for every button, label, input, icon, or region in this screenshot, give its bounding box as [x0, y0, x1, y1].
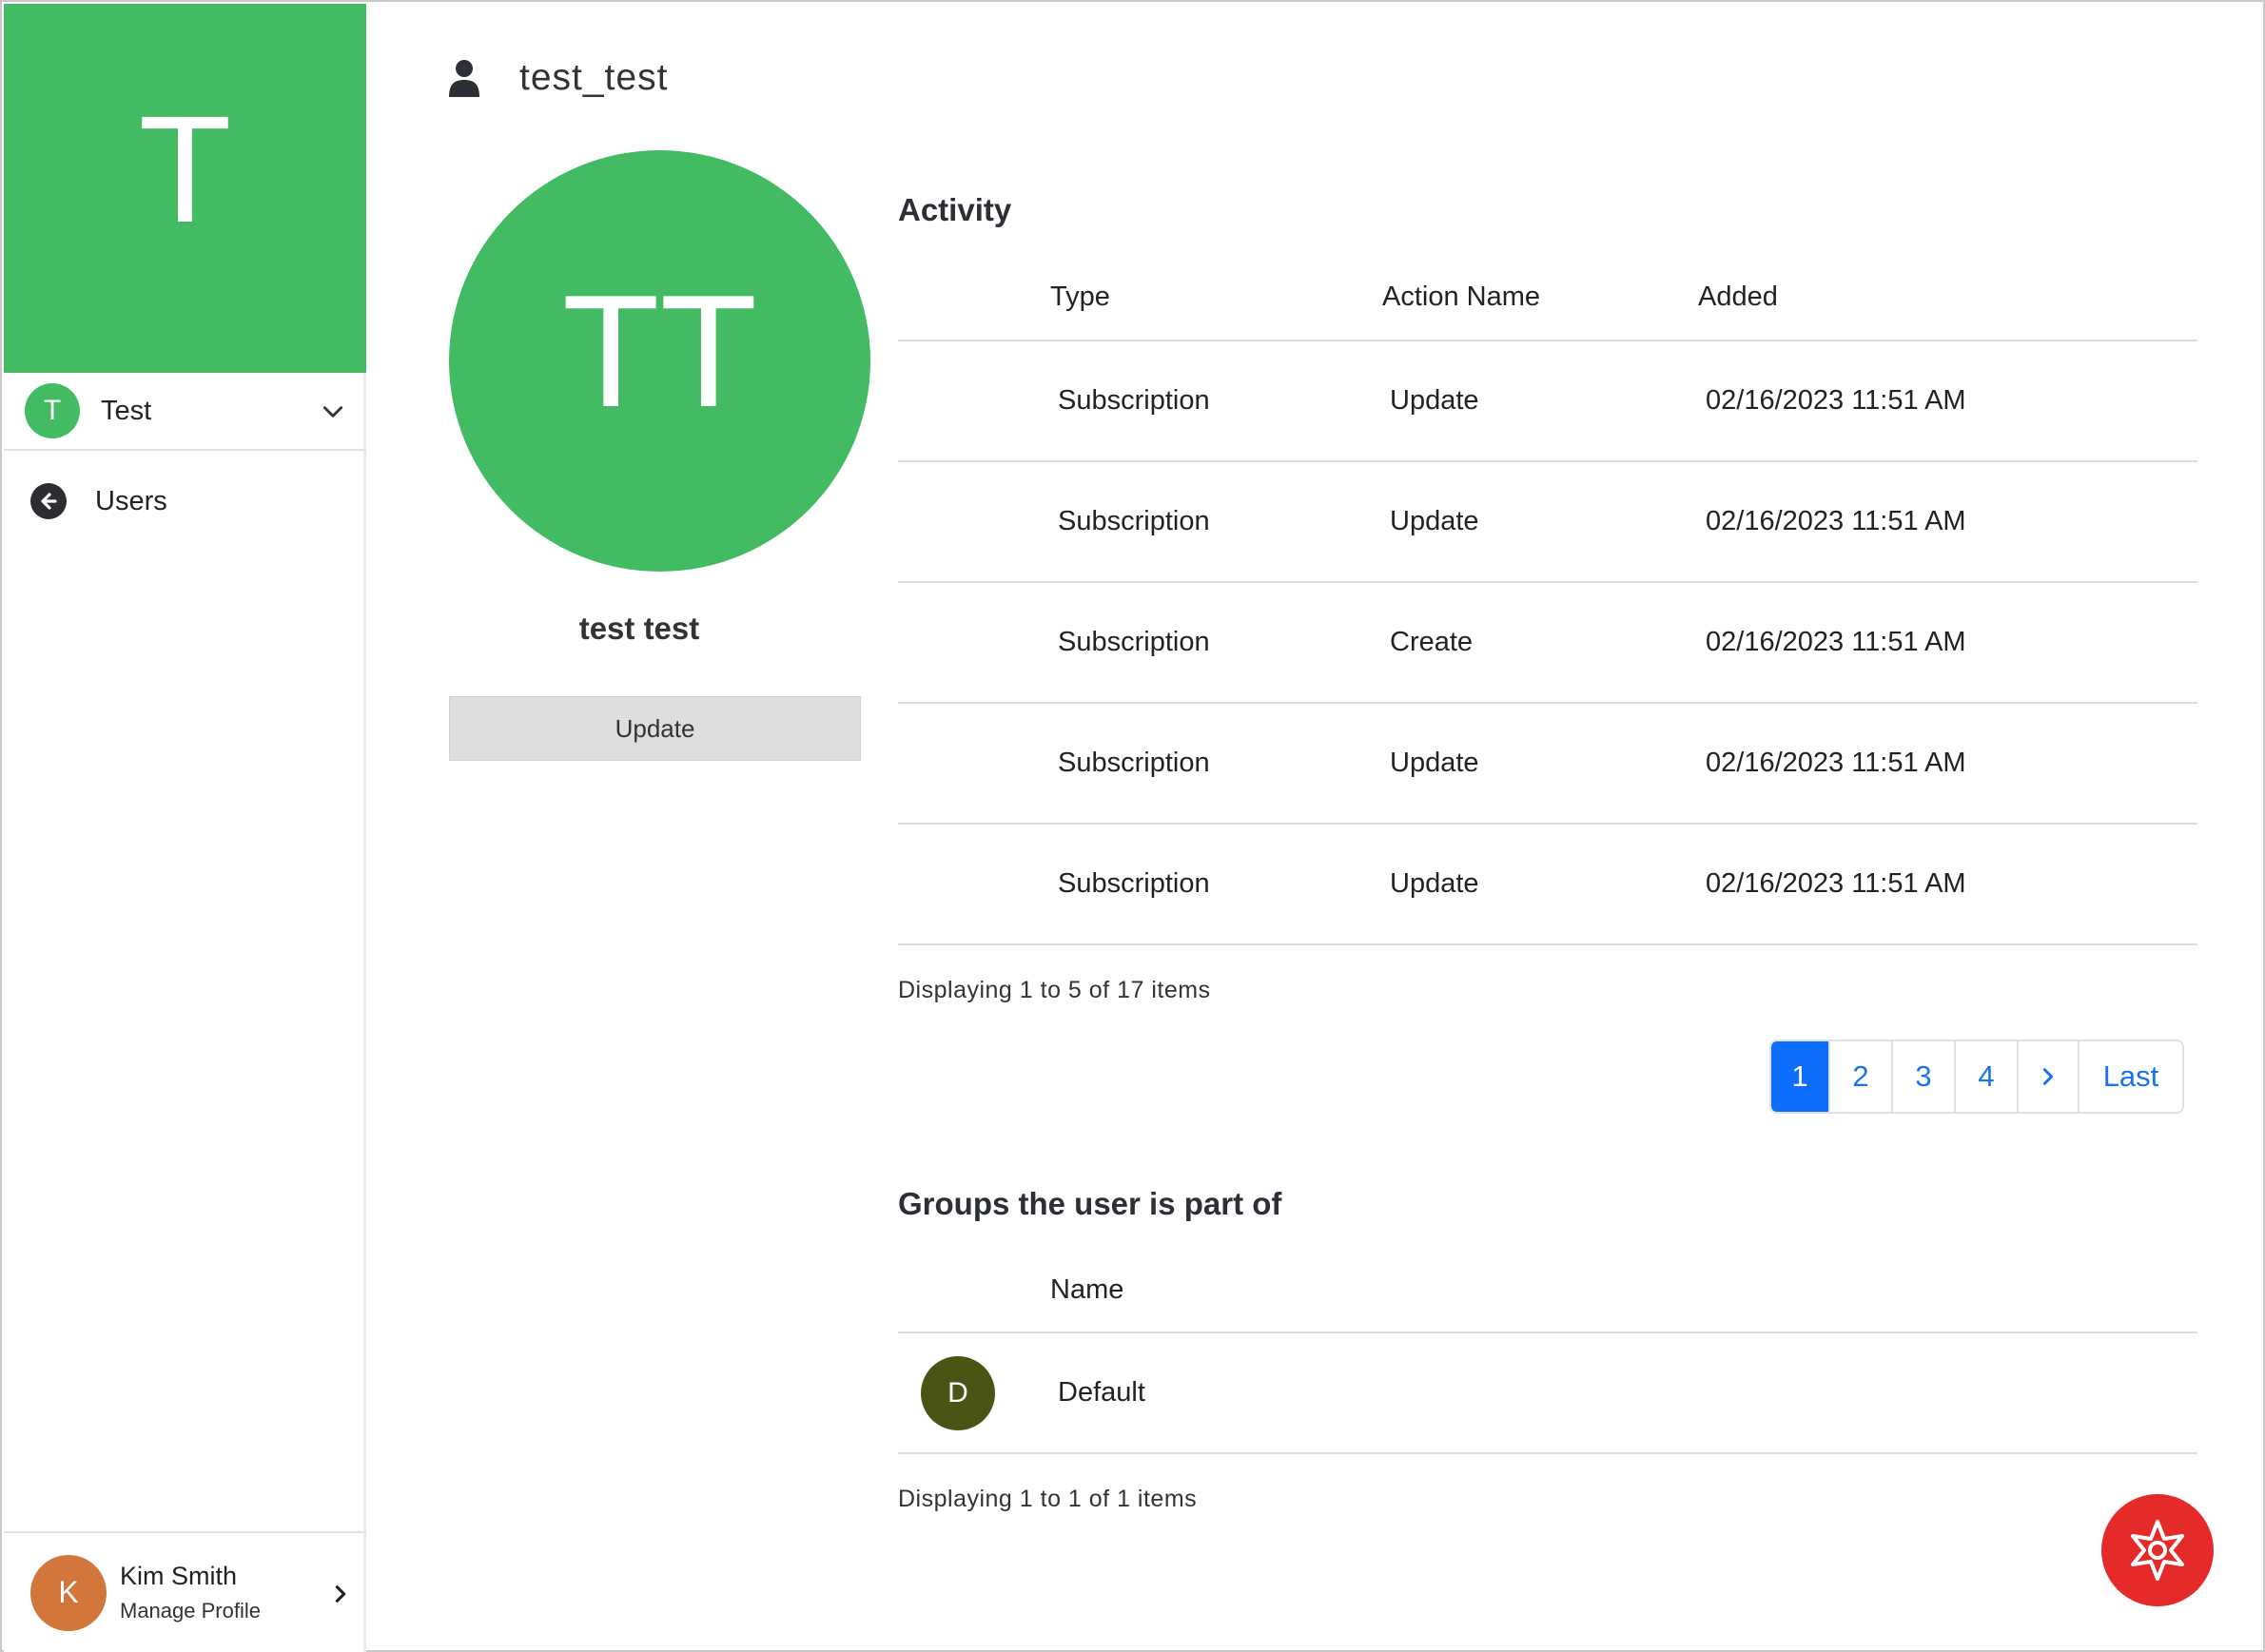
app-window: T T Test Users K Kim Smith Manage Profil… — [0, 0, 2265, 1652]
org-badge: T — [25, 383, 80, 438]
cell-type: Subscription — [1058, 748, 1210, 778]
table-row: Subscription Update 02/16/2023 11:51 AM — [898, 825, 2197, 945]
column-header-name: Name — [1050, 1274, 1124, 1305]
column-header-added: Added — [1698, 282, 1778, 312]
cell-type: Subscription — [1058, 506, 1210, 536]
org-selector[interactable]: T Test — [4, 373, 366, 451]
avatar: D — [921, 1355, 995, 1430]
table-row: Subscription Update 02/16/2023 11:51 AM — [898, 462, 2197, 583]
manage-profile-button[interactable]: K Kim Smith Manage Profile — [4, 1531, 366, 1652]
cell-action: Update — [1390, 748, 1479, 778]
profile-name: Kim Smith — [120, 1562, 238, 1590]
avatar: K — [30, 1554, 107, 1631]
cell-added: 02/16/2023 11:51 AM — [1706, 748, 1966, 778]
cell-added: 02/16/2023 11:51 AM — [1706, 506, 1966, 536]
column-header-action-name: Action Name — [1382, 282, 1541, 312]
back-link-label: Users — [95, 485, 167, 516]
org-hero-initial: T — [138, 84, 232, 254]
activity-summary: Displaying 1 to 5 of 17 items — [898, 977, 1211, 1003]
table-row: Subscription Create 02/16/2023 11:51 AM — [898, 583, 2197, 704]
cell-added: 02/16/2023 11:51 AM — [1706, 868, 1966, 899]
cell-action: Update — [1390, 385, 1479, 416]
cell-type: Subscription — [1058, 868, 1210, 899]
page-header: test_test — [447, 51, 668, 105]
user-full-name: test test — [578, 611, 700, 646]
cell-type: Subscription — [1058, 627, 1210, 657]
back-to-users-link[interactable]: Users — [30, 477, 167, 525]
org-hero-banner: T — [4, 4, 366, 373]
page-title: test_test — [519, 57, 669, 98]
page-1-button[interactable]: 1 — [1771, 1041, 1828, 1112]
table-row: Subscription Update 02/16/2023 11:51 AM — [898, 704, 2197, 825]
profile-text: Kim Smith Manage Profile — [120, 1562, 261, 1623]
column-header-type: Type — [1050, 282, 1110, 312]
cell-action: Create — [1390, 627, 1474, 657]
cell-action: Update — [1390, 506, 1479, 536]
update-button[interactable]: Update — [449, 696, 861, 761]
activity-table: Type Action Name Added Subscription Upda… — [898, 268, 2197, 945]
page-2-button[interactable]: 2 — [1828, 1041, 1891, 1112]
cell-added: 02/16/2023 11:51 AM — [1706, 627, 1966, 657]
profile-subtitle: Manage Profile — [120, 1599, 261, 1623]
cell-group-name: Default — [1058, 1377, 1145, 1408]
chevron-down-icon — [322, 406, 343, 418]
groups-title: Groups the user is part of — [898, 1186, 1282, 1221]
last-page-button[interactable]: Last — [2078, 1041, 2182, 1112]
next-page-button[interactable] — [2017, 1041, 2078, 1112]
table-row: Subscription Update 02/16/2023 11:51 AM — [898, 341, 2197, 462]
groups-table: Name D Default — [898, 1257, 2197, 1457]
user-icon — [449, 60, 479, 97]
arrow-left-circle-icon — [30, 483, 67, 519]
page-4-button[interactable]: 4 — [1954, 1041, 2017, 1112]
page-3-button[interactable]: 3 — [1891, 1041, 1954, 1112]
groups-summary: Displaying 1 to 1 of 1 items — [898, 1486, 1198, 1512]
user-avatar: TT — [449, 150, 870, 572]
activity-title: Activity — [898, 192, 1012, 227]
pagination: 1 2 3 4 Last — [1769, 1040, 2184, 1114]
help-burst-icon — [2131, 1520, 2184, 1581]
cell-type: Subscription — [1058, 385, 1210, 416]
table-row: D Default — [898, 1333, 2197, 1454]
chevron-right-icon — [335, 1585, 346, 1603]
sidebar: T T Test Users K Kim Smith Manage Profil… — [4, 4, 366, 1652]
org-name: Test — [101, 395, 152, 426]
help-fab-button[interactable] — [2101, 1494, 2214, 1606]
cell-added: 02/16/2023 11:51 AM — [1706, 385, 1966, 416]
chevron-right-icon — [2042, 1068, 2054, 1085]
group-avatar-cell: D — [921, 1333, 995, 1452]
cell-action: Update — [1390, 868, 1479, 899]
